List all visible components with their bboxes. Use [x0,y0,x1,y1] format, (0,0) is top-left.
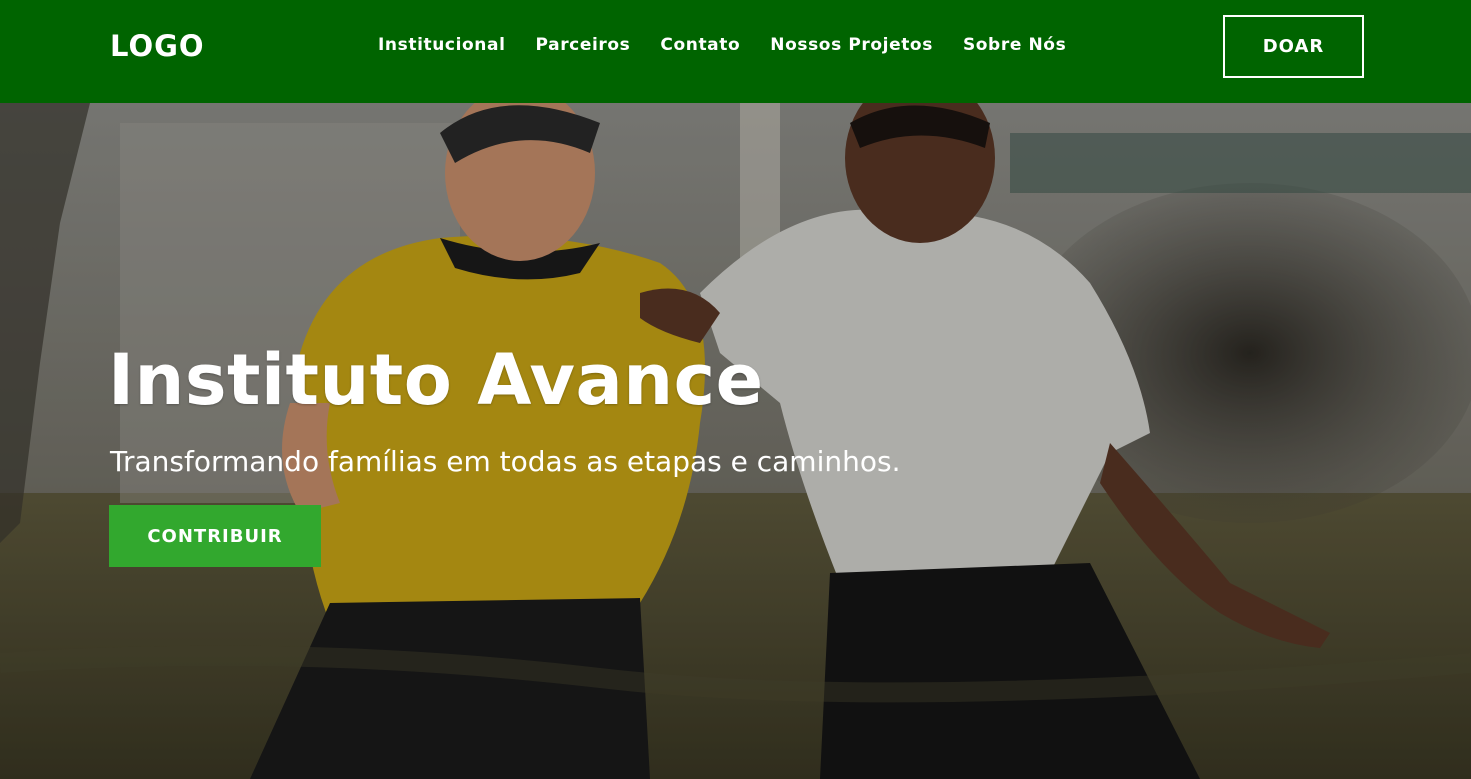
hero-section [0,103,1471,779]
contribute-button[interactable]: CONTRIBUIR [109,505,321,567]
hero-subtitle: Transformando famílias em todas as etapa… [110,445,901,478]
nav-item-institucional[interactable]: Institucional [378,34,506,56]
hero-overlay [0,103,1471,779]
donate-button[interactable]: DOAR [1223,15,1364,78]
main-nav: Institucional Parceiros Contato Nossos P… [378,34,1066,56]
nav-item-parceiros[interactable]: Parceiros [536,34,631,56]
nav-item-contato[interactable]: Contato [660,34,740,56]
hero-title: Instituto Avance [108,339,764,421]
site-logo[interactable]: LOGO [110,28,205,64]
nav-item-nossos-projetos[interactable]: Nossos Projetos [770,34,933,56]
nav-item-sobre-nos[interactable]: Sobre Nós [963,34,1066,56]
site-header: LOGO Institucional Parceiros Contato Nos… [0,0,1471,103]
